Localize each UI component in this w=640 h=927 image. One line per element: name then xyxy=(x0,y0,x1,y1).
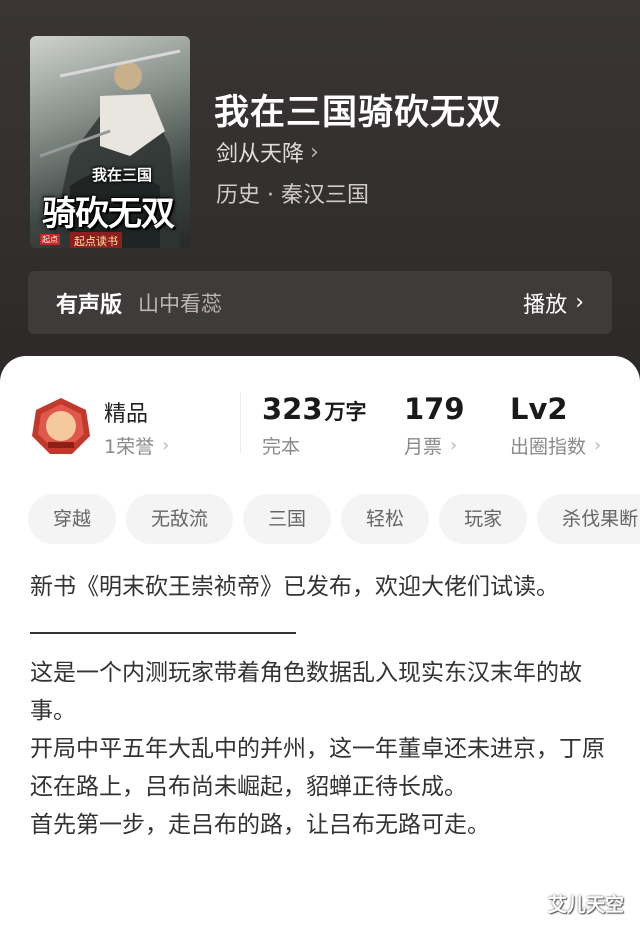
stat-label: 出圈指数 xyxy=(510,436,587,458)
book-header: 我在三国 骑砍无双 起点 起点读书 我在三国骑砍无双 剑从天降 › 历史 · 秦… xyxy=(0,0,640,400)
author-name: 剑从天降 xyxy=(216,142,305,167)
play-label: 播放 xyxy=(523,292,568,318)
stat-value: 179 xyxy=(404,392,465,426)
honor-count: 1荣誉 xyxy=(104,436,155,458)
audio-version-bar[interactable]: 有声版 山中看蕊 播放 › xyxy=(28,271,612,334)
cover-publisher: 起点读书 xyxy=(70,232,122,248)
stat-popularity[interactable]: Lv2 出圈指数 › xyxy=(510,392,601,459)
tag-chip[interactable]: 杀伐果断 xyxy=(537,494,640,544)
stat-label: 月票 xyxy=(404,436,443,458)
stat-unit: 万字 xyxy=(324,400,367,424)
description-paragraph: 这是一个内测玩家带着角色数据乱入现实东汉末年的故事。 xyxy=(30,660,582,724)
description-notice: 新书《明末砍王崇祯帝》已发布，欢迎大佬们试读。 xyxy=(30,574,559,600)
play-button[interactable]: 播放 › xyxy=(523,287,584,319)
description-paragraph: 开局中平五年大乱中的并州，这一年董卓还未进京，丁原还在路上，吕布尚未崛起，貂蝉正… xyxy=(30,736,605,800)
divider xyxy=(240,392,241,454)
book-description[interactable]: 新书《明末砍王崇祯帝》已发布，欢迎大佬们试读。 这是一个内测玩家带着角色数据乱入… xyxy=(30,568,610,844)
watermark: 艾儿天空 xyxy=(548,894,625,916)
book-category: 历史 · 秦汉三国 xyxy=(216,183,369,208)
description-paragraph: 首先第一步，走吕布的路，让吕布无路可走。 xyxy=(30,812,490,838)
cover-publisher-tag: 起点 xyxy=(40,234,60,245)
honor-link[interactable]: 1荣誉 › xyxy=(104,432,169,459)
stats-row: 精品 1荣誉 › 323万字 完本 179 月票 › Lv2 出圈指数 › xyxy=(0,356,640,466)
book-detail-card: 精品 1荣誉 › 323万字 完本 179 月票 › Lv2 出圈指数 › 穿越… xyxy=(0,356,640,927)
chevron-right-icon: › xyxy=(575,290,584,315)
tag-chip[interactable]: 无敌流 xyxy=(126,494,234,544)
book-title: 我在三国骑砍无双 xyxy=(214,93,503,133)
tag-chip[interactable]: 轻松 xyxy=(341,494,430,544)
stat-word-count: 323万字 完本 xyxy=(262,392,367,459)
honor-title: 精品 xyxy=(104,402,149,427)
tag-chip[interactable]: 玩家 xyxy=(439,494,528,544)
tag-list: 穿越 无敌流 三国 轻松 玩家 杀伐果断 xyxy=(28,494,640,546)
stat-monthly-ticket[interactable]: 179 月票 › xyxy=(404,392,465,459)
description-separator xyxy=(30,606,610,644)
chevron-right-icon: › xyxy=(162,435,170,456)
quality-badge-icon[interactable] xyxy=(30,396,92,458)
chevron-right-icon: › xyxy=(594,435,602,456)
audio-narrator: 山中看蕊 xyxy=(138,291,223,316)
author-link[interactable]: 剑从天降 › xyxy=(216,136,319,168)
tag-chip[interactable]: 三国 xyxy=(243,494,332,544)
book-cover[interactable]: 我在三国 骑砍无双 起点 起点读书 xyxy=(30,36,190,248)
tag-chip[interactable]: 穿越 xyxy=(28,494,117,544)
audio-label: 有声版 xyxy=(56,292,123,318)
chevron-right-icon: › xyxy=(310,139,319,165)
cover-small-title: 我在三国 xyxy=(92,166,153,184)
chevron-right-icon: › xyxy=(450,435,458,456)
cover-big-title: 骑砍无双 xyxy=(42,194,175,234)
stat-value: Lv2 xyxy=(510,392,568,426)
stat-label: 完本 xyxy=(262,436,301,458)
stat-value: 323 xyxy=(262,392,323,426)
